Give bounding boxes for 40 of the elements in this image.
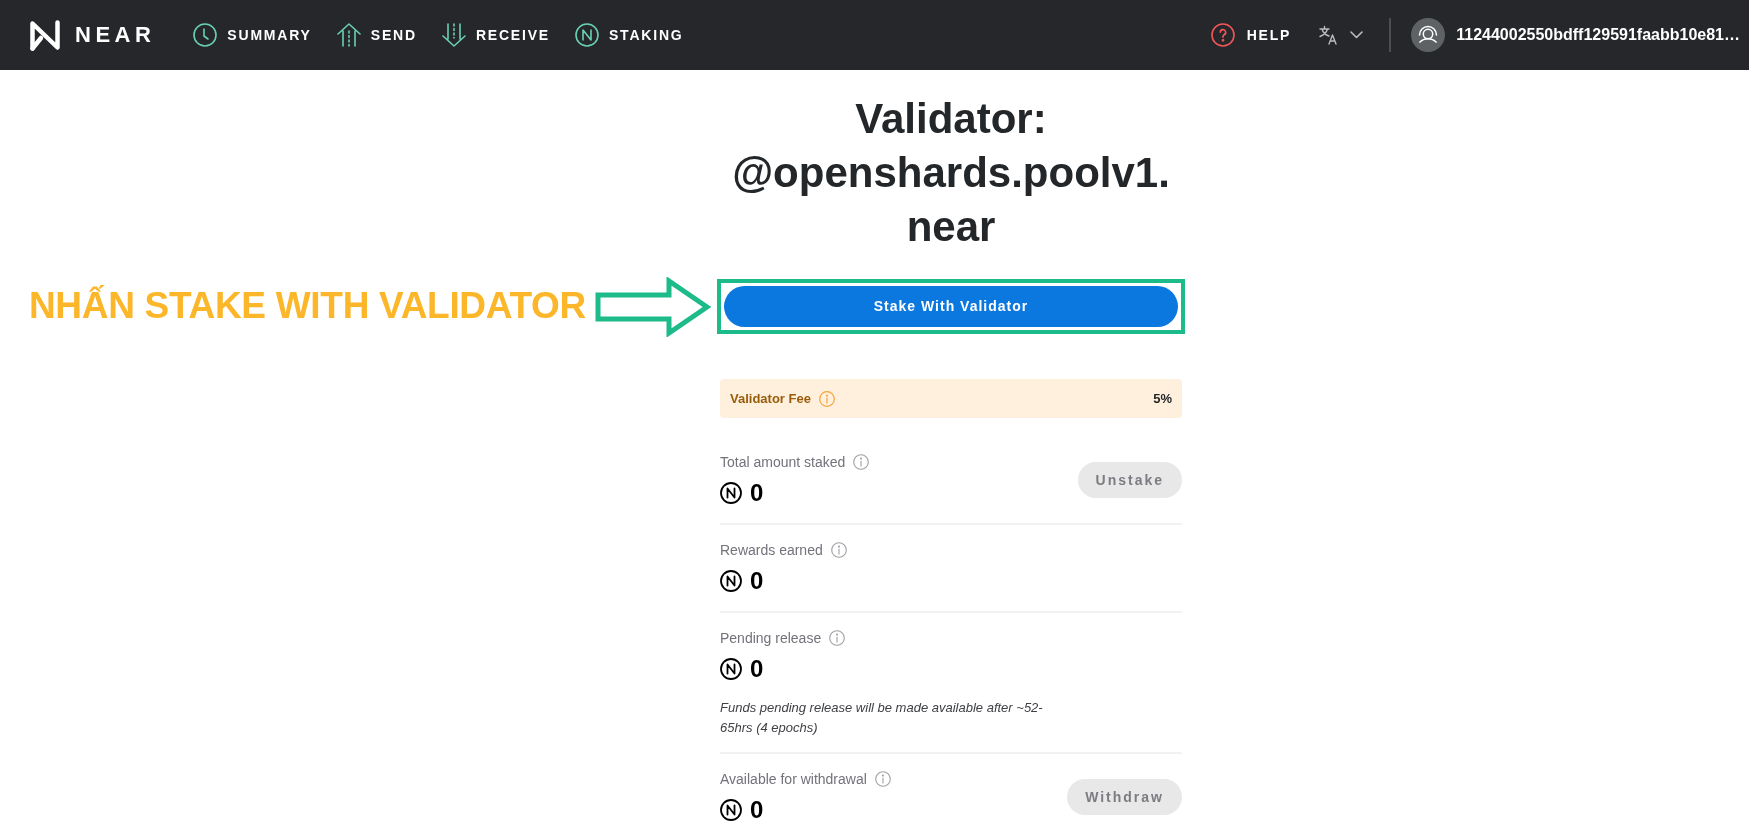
help-icon [1210,23,1235,47]
token-icon [720,570,742,592]
balance-amount: 0 [750,795,764,825]
translate-icon [1319,25,1340,45]
page-title: Validator: @openshards.poolv1. near [731,94,1171,252]
fee-label: Validator Fee [730,389,811,408]
avatar-icon [1411,18,1446,52]
stake-button[interactable]: Stake With Validator [724,286,1178,327]
token-icon [720,482,742,504]
down-arrow-icon [441,23,466,47]
token-icon [720,658,742,680]
chevron-down-icon [1350,31,1364,39]
language-button[interactable] [1319,25,1364,45]
balance-amount: 0 [750,566,764,596]
balance-label: Available for withdrawal [720,770,867,789]
account-button[interactable]: 11244002550bdff129591faabb10e81… [1411,18,1740,52]
balance-label: Total amount staked [720,453,846,472]
info-icon[interactable] [830,542,847,558]
token-icon [720,799,742,821]
info-icon[interactable] [874,771,891,787]
balance-label: Pending release [720,629,822,648]
n-circle-icon [574,23,599,47]
help-link[interactable]: HELP [1210,23,1292,47]
logo-link[interactable]: NEAR [28,18,156,52]
release-note: Funds pending release will be made available after ~52-65hrs (4 epochs) [720,699,1044,737]
balance-amount: 0 [750,654,764,684]
balance-label: Rewards earned [720,541,823,560]
nav-link[interactable]: STAKING [574,23,684,47]
clock-icon [193,23,218,47]
info-icon[interactable] [818,390,835,407]
fee-value: 5% [1153,389,1172,408]
nav-link[interactable]: RECEIVE [441,23,550,47]
nav-link[interactable]: SEND [336,23,417,47]
info-icon[interactable] [829,630,846,646]
logo-icon [28,18,62,52]
nav-link[interactable]: SUMMARY [193,23,312,47]
up-arrow-icon [336,23,361,47]
balance-amount: 0 [750,478,764,508]
info-icon[interactable] [853,454,870,470]
annotation-text: NHẤN STAKE WITH VALIDATOR [28,286,586,327]
